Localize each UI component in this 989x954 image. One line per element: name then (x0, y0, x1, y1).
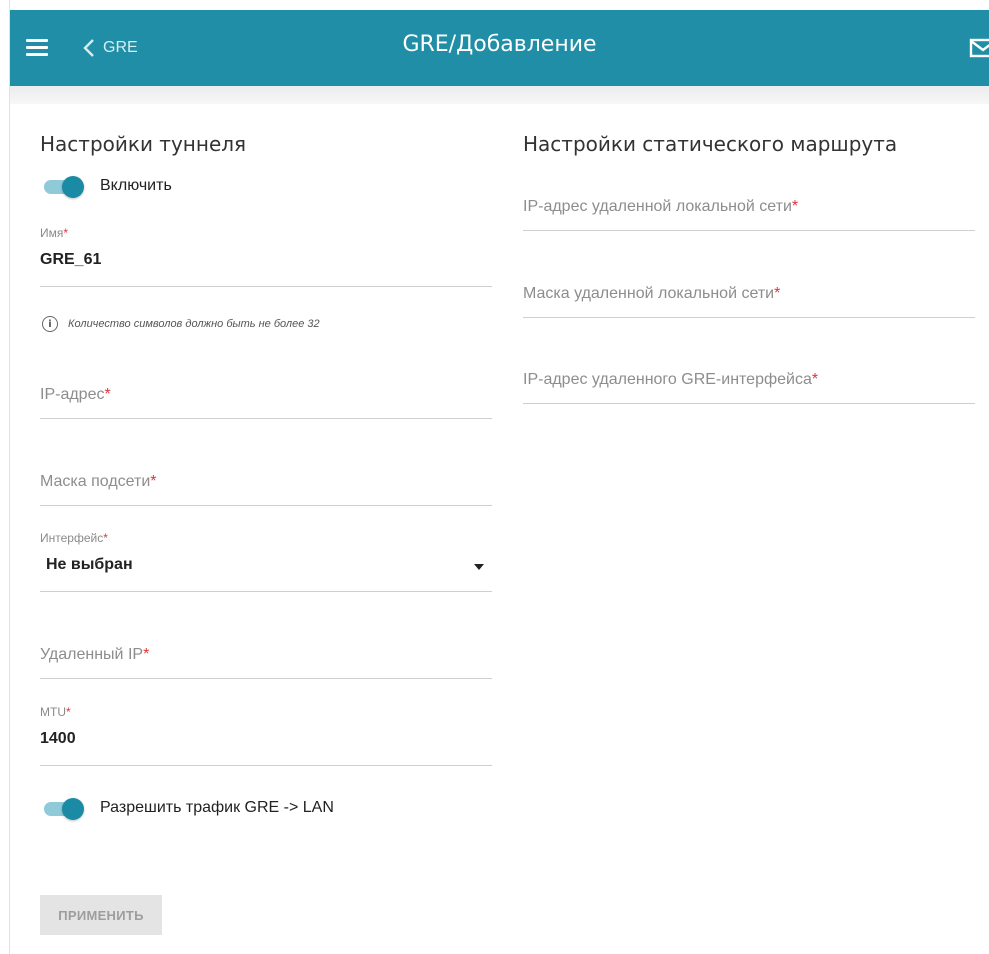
name-field[interactable]: Имя* GRE_61 (40, 226, 492, 287)
apply-button[interactable]: ПРИМЕНИТЬ (40, 895, 162, 935)
header-shadow (10, 86, 989, 104)
remote-network-ip-placeholder: IP-адрес удаленной локальной сети* (523, 198, 799, 215)
tunnel-section-title: Настройки туннеля (40, 132, 247, 156)
enable-toggle[interactable] (42, 174, 86, 198)
subnet-mask-placeholder: Маска подсети* (40, 473, 157, 490)
caret-down-icon (474, 564, 484, 570)
name-field-value: GRE_61 (40, 251, 102, 268)
subnet-mask-field[interactable]: Маска подсети* (40, 445, 492, 506)
remote-ip-placeholder: Удаленный IP* (40, 646, 150, 663)
name-hint: i Количество символов должно быть не бол… (42, 316, 320, 332)
interface-select-value: Не выбран (46, 556, 133, 573)
interface-select-label: Интерфейс* (40, 531, 108, 545)
info-icon: i (42, 316, 58, 332)
enable-label: Включить (100, 177, 172, 194)
remote-gre-ip-field[interactable]: IP-адрес удаленного GRE-интерфейса* (523, 343, 975, 404)
remote-network-ip-field[interactable]: IP-адрес удаленной локальной сети* (523, 170, 975, 231)
ip-address-placeholder: IP-адрес* (40, 386, 111, 403)
envelope-icon[interactable] (969, 35, 989, 59)
interface-select[interactable]: Интерфейс* Не выбран (40, 531, 492, 592)
allow-gre-lan-toggle[interactable] (42, 796, 86, 820)
remote-network-mask-placeholder: Маска удаленной локальной сети* (523, 285, 781, 302)
mtu-field-value: 1400 (40, 730, 76, 747)
ip-address-field[interactable]: IP-адрес* (40, 358, 492, 419)
mtu-field[interactable]: MTU* 1400 (40, 705, 492, 766)
remote-network-mask-field[interactable]: Маска удаленной локальной сети* (523, 257, 975, 318)
mtu-field-label: MTU* (40, 705, 71, 719)
name-hint-text: Количество символов должно быть не более… (68, 318, 320, 330)
page-title: GRE/Добавление (402, 32, 597, 57)
allow-gre-lan-label: Разрешить трафик GRE -> LAN (100, 799, 334, 816)
remote-ip-field[interactable]: Удаленный IP* (40, 618, 492, 679)
route-section-title: Настройки статического маршрута (523, 132, 898, 156)
top-bar: GRE GRE/Добавление (10, 10, 989, 86)
remote-gre-ip-placeholder: IP-адрес удаленного GRE-интерфейса* (523, 371, 819, 388)
page-left-border (9, 0, 10, 954)
name-field-label: Имя* (40, 226, 69, 240)
